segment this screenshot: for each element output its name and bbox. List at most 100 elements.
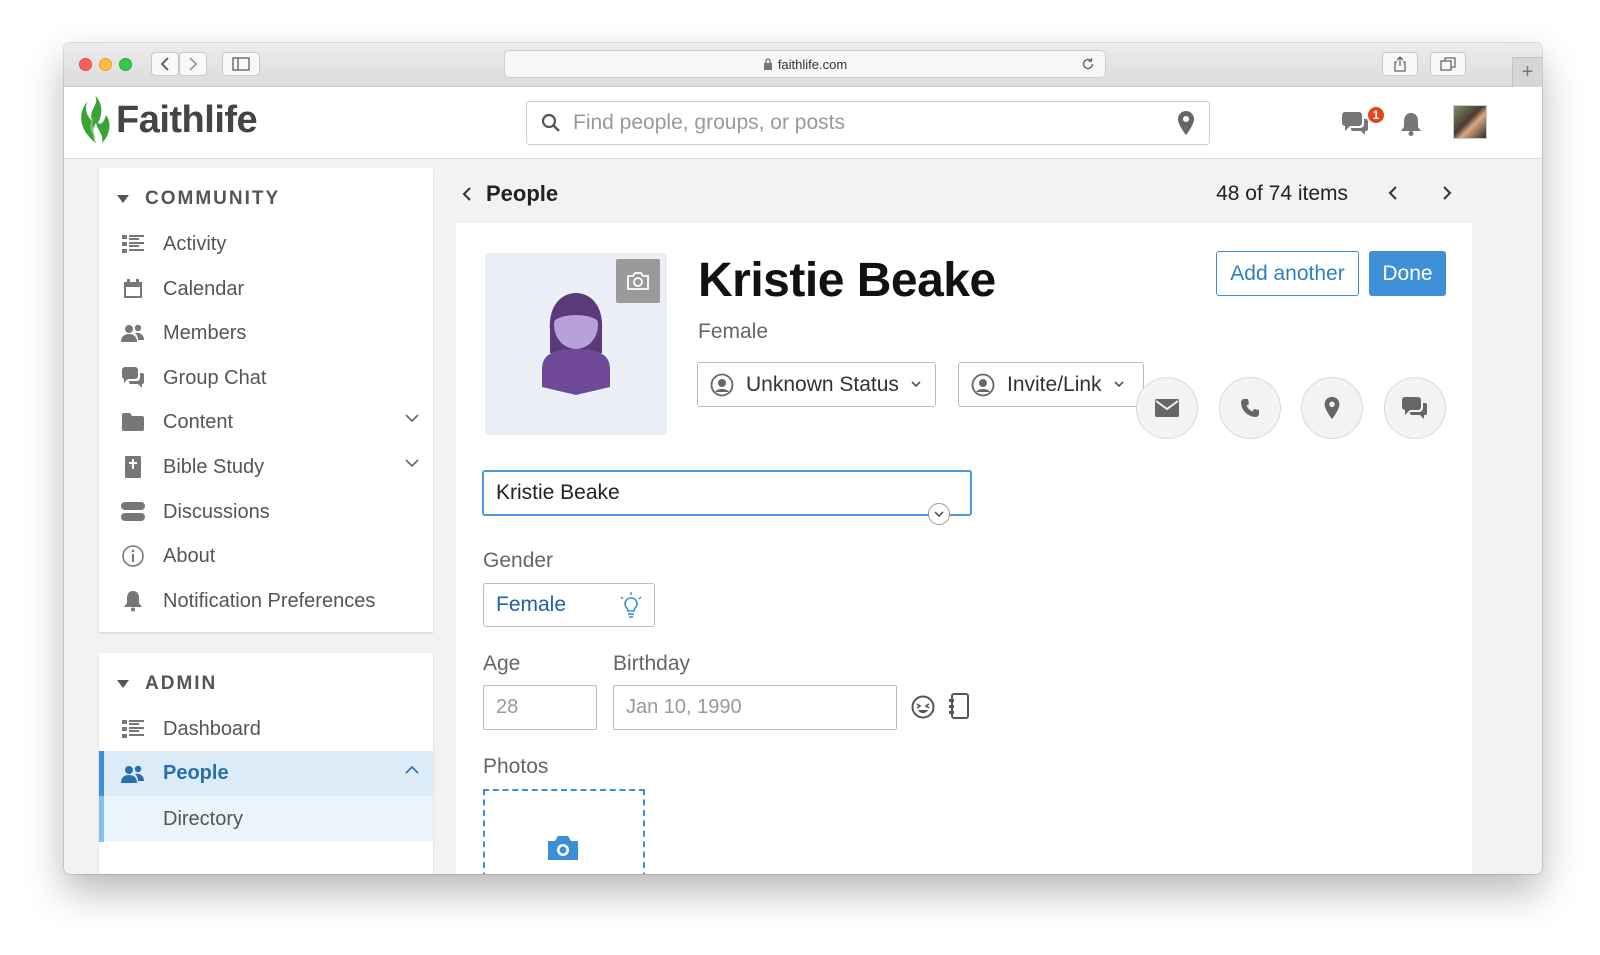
sidebar-item-discussions[interactable]: Discussions <box>99 490 433 534</box>
chevron-down-icon <box>1113 381 1124 388</box>
sidebar-item-group-chat[interactable]: Group Chat <box>99 356 433 400</box>
sidebar-item-label: People <box>163 762 229 784</box>
notifications-bell-icon[interactable] <box>1399 111 1423 137</box>
status-value: Unknown Status <box>746 372 899 396</box>
calendar-icon <box>121 279 145 299</box>
sidebar-item-label: Group Chat <box>163 366 267 389</box>
user-avatar[interactable] <box>1453 105 1487 139</box>
community-panel: COMMUNITY Activity Calendar Members Grou… <box>99 168 433 632</box>
forward-button[interactable] <box>179 52 207 76</box>
community-title: COMMUNITY <box>145 188 281 209</box>
sidebar-item-about[interactable]: About <box>99 534 433 578</box>
profile-photo[interactable] <box>485 253 667 435</box>
back-chevron-icon[interactable] <box>462 187 472 201</box>
invite-link-dropdown[interactable]: Invite/Link <box>958 362 1144 407</box>
person-card: Kristie Beake Female Unknown Status Invi… <box>456 223 1472 874</box>
chevron-down-icon <box>934 510 944 517</box>
breadcrumb-title[interactable]: People <box>486 181 558 207</box>
add-another-button[interactable]: Add another <box>1216 251 1359 296</box>
share-button[interactable] <box>1382 52 1418 76</box>
birthday-placeholder: Jan 10, 1990 <box>626 696 742 718</box>
search-icon <box>541 113 560 132</box>
name-input[interactable]: Kristie Beake <box>482 470 972 516</box>
people-icon <box>121 764 145 784</box>
previous-record-icon[interactable] <box>1388 186 1398 200</box>
community-section-header[interactable]: COMMUNITY <box>117 188 280 210</box>
chevron-left-icon <box>160 57 169 71</box>
next-record-icon[interactable] <box>1442 186 1452 200</box>
sidebar-item-calendar[interactable]: Calendar <box>99 267 433 311</box>
location-pin-icon[interactable] <box>1177 110 1195 136</box>
sidebar-item-dashboard[interactable]: Dashboard <box>99 707 433 751</box>
logo-text: Faithlife <box>116 98 258 141</box>
sidebar-item-members[interactable]: Members <box>99 311 433 355</box>
search-input[interactable] <box>573 111 1177 135</box>
minimize-window-button[interactable] <box>99 58 112 71</box>
lightbulb-icon[interactable] <box>618 592 644 620</box>
sidebar-item-people[interactable]: People <box>99 751 433 796</box>
reload-icon[interactable] <box>1081 57 1095 71</box>
birthday-face-icon[interactable] <box>911 695 935 719</box>
name-input-value: Kristie Beake <box>496 481 620 504</box>
sidebar-item-label: Content <box>163 410 234 433</box>
close-window-button[interactable] <box>79 58 92 71</box>
sidebar-item-content[interactable]: Content <box>99 400 433 444</box>
chevron-down-icon[interactable] <box>405 459 419 468</box>
dashboard-icon <box>121 720 145 738</box>
done-button[interactable]: Done <box>1369 251 1446 296</box>
app-header: Faithlife 1 <box>64 87 1542 159</box>
chevron-down-icon <box>911 381 921 388</box>
url-text: faithlife.com <box>777 56 848 72</box>
expand-name-button[interactable] <box>928 503 950 525</box>
chevron-down-icon[interactable] <box>405 414 419 423</box>
sidebar-item-activity[interactable]: Activity <box>99 222 433 266</box>
back-button[interactable] <box>151 52 179 76</box>
sidebar-item-label: Discussions <box>163 500 270 523</box>
gender-select-value: Female <box>496 593 567 616</box>
map-pin-icon <box>1324 396 1340 420</box>
new-tab-button[interactable]: + <box>1512 57 1542 87</box>
sidebar-item-bible-study[interactable]: Bible Study <box>99 445 433 489</box>
browser-toolbar: faithlife.com + <box>64 43 1542 87</box>
photo-dropzone[interactable] <box>483 789 645 874</box>
faithlife-logo[interactable]: Faithlife <box>78 93 258 147</box>
sidebar-subitem-directory[interactable]: Directory <box>99 796 433 842</box>
folder-icon <box>121 413 145 431</box>
camera-upload-icon <box>548 836 578 860</box>
email-button[interactable] <box>1136 377 1198 439</box>
phone-icon <box>1241 399 1259 417</box>
gender-select[interactable]: Female <box>483 583 655 627</box>
change-photo-button[interactable] <box>616 259 660 303</box>
lock-icon <box>763 58 772 70</box>
share-icon <box>1394 56 1406 72</box>
birthday-input[interactable]: Jan 10, 1990 <box>613 685 897 730</box>
person-name-heading: Kristie Beake <box>698 254 996 307</box>
zoom-window-button[interactable] <box>119 58 132 71</box>
collapse-triangle-icon <box>117 680 129 688</box>
activity-icon <box>121 235 145 253</box>
camera-icon <box>627 272 649 290</box>
search-bar[interactable] <box>526 101 1210 145</box>
age-input[interactable]: 28 <box>483 685 597 730</box>
photos-label: Photos <box>483 755 549 778</box>
sidebar-item-label: Activity <box>163 232 227 255</box>
chevron-up-icon[interactable] <box>405 765 419 774</box>
tabs-overview-button[interactable] <box>1430 52 1466 76</box>
address-bar[interactable]: faithlife.com <box>504 50 1106 78</box>
sidebar-item-notification-preferences[interactable]: Notification Preferences <box>99 579 433 623</box>
sidebar-icon <box>232 57 250 71</box>
sidebar-item-label: Members <box>163 321 247 344</box>
location-button[interactable] <box>1301 377 1363 439</box>
status-dropdown[interactable]: Unknown Status <box>697 362 936 407</box>
chevron-right-icon <box>189 57 198 71</box>
admin-section-header[interactable]: ADMIN <box>117 673 217 695</box>
call-button[interactable] <box>1219 377 1281 439</box>
sidebar-item-label: Notification Preferences <box>163 589 376 612</box>
group-chat-icon <box>121 367 145 389</box>
message-button[interactable] <box>1384 377 1446 439</box>
pager-count: 48 of 74 items <box>1216 182 1348 205</box>
info-icon <box>121 545 145 567</box>
gender-label: Gender <box>483 549 554 572</box>
sidebar-toggle-button[interactable] <box>222 52 260 76</box>
address-book-icon[interactable] <box>949 693 969 719</box>
